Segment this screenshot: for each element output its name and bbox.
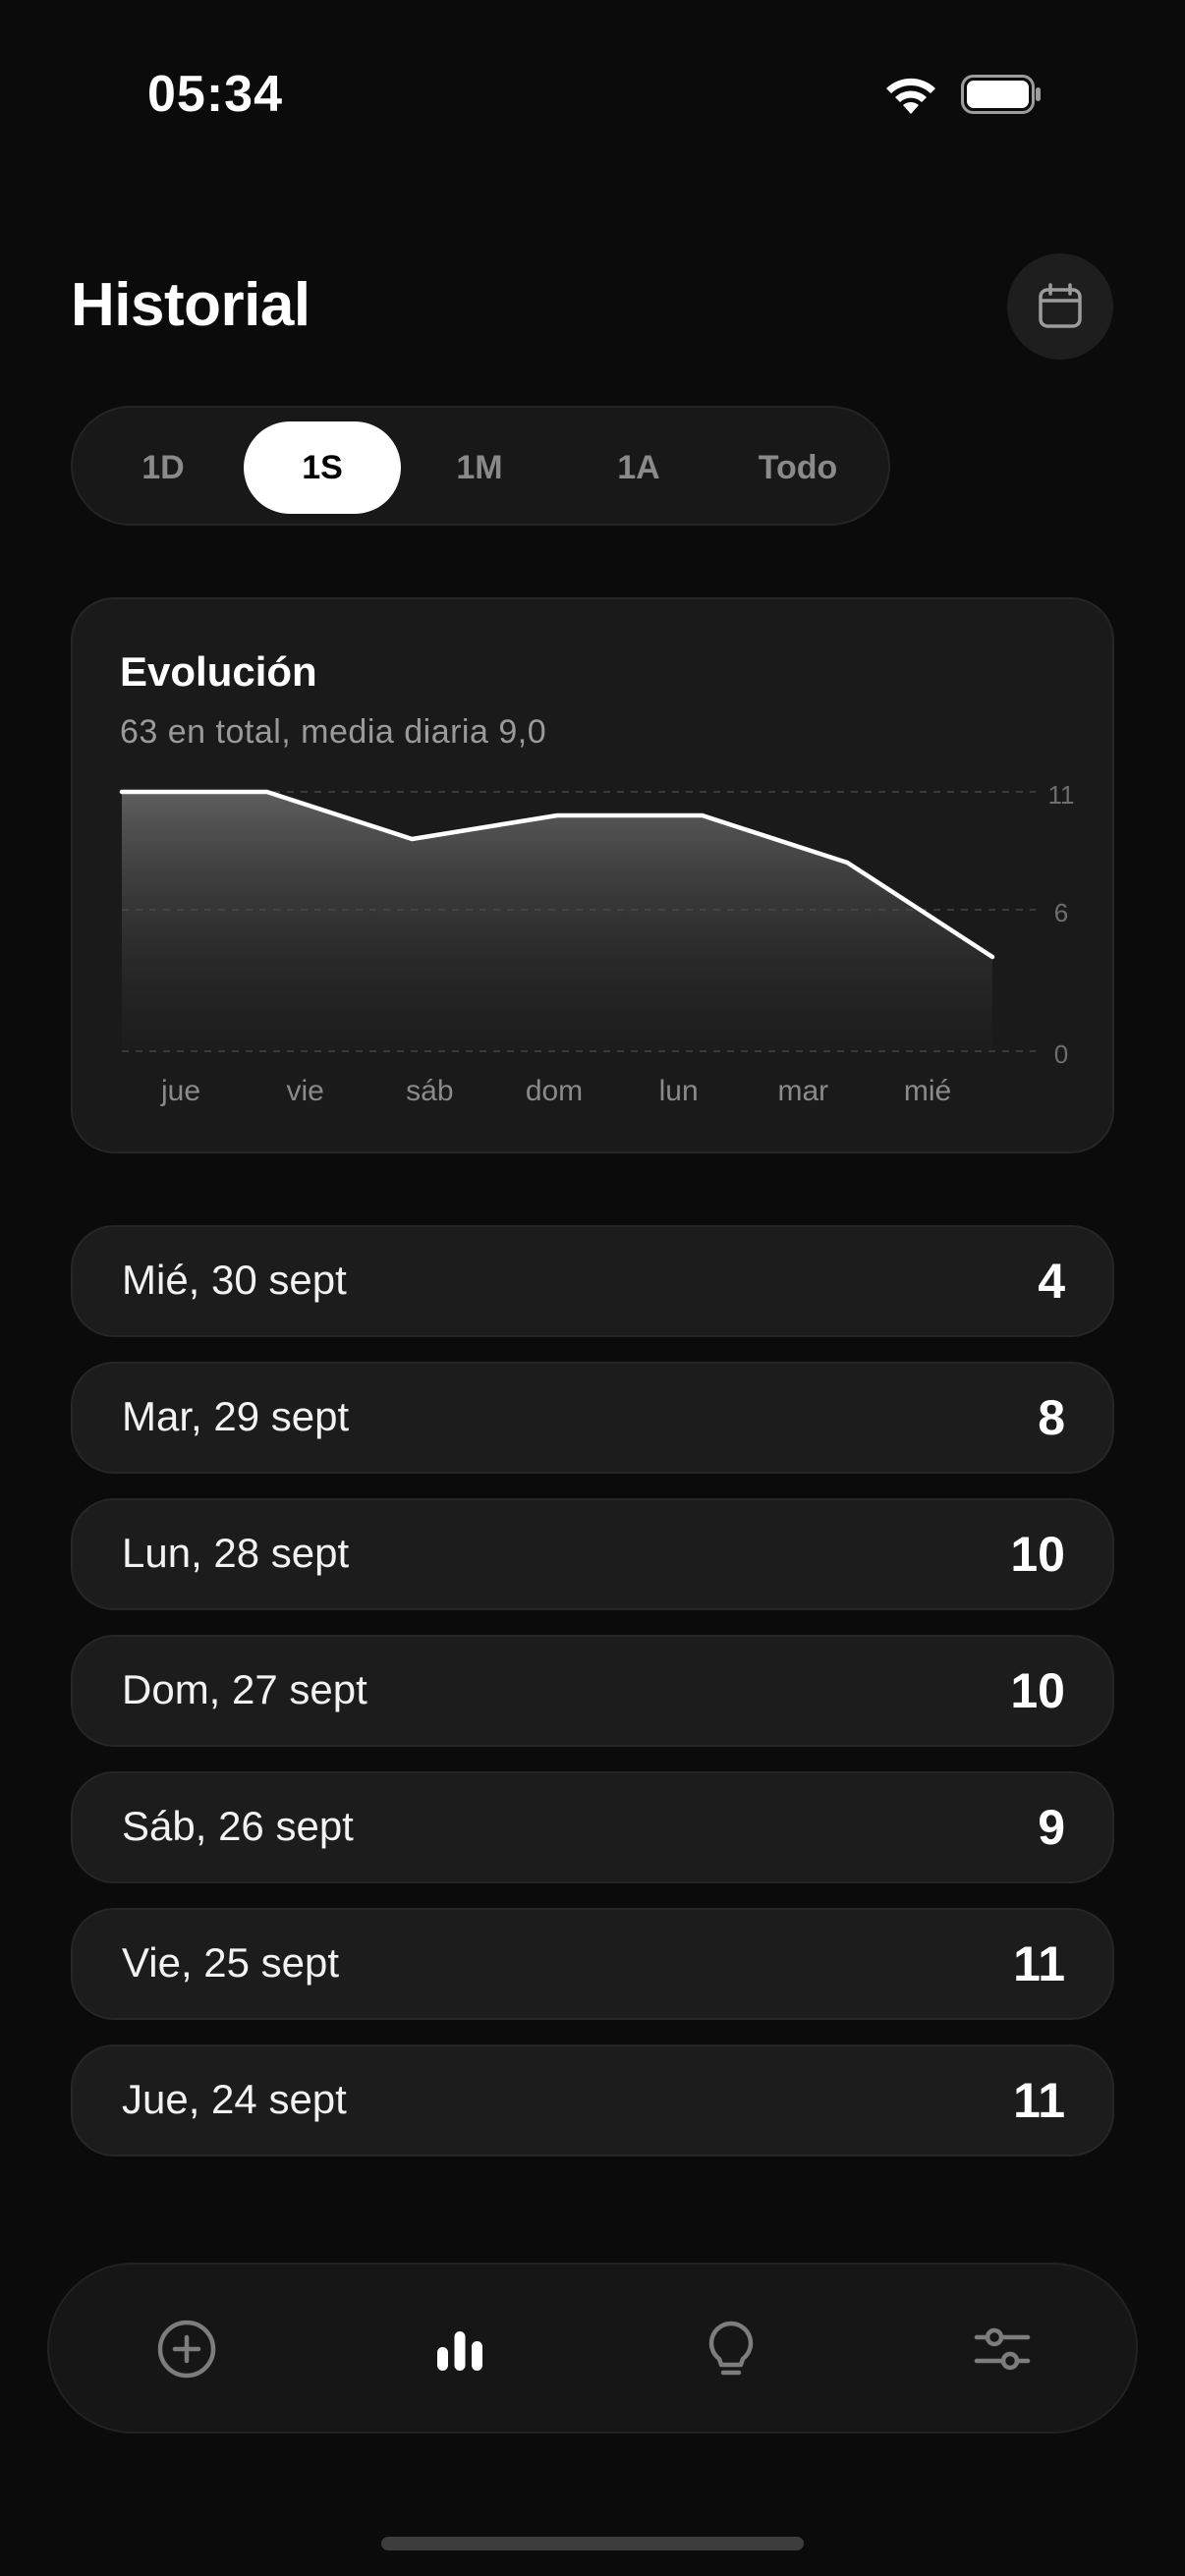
chart-area (122, 792, 992, 1051)
x-tick-label: lun (659, 1075, 699, 1107)
day-count: 11 (1013, 2073, 1065, 2128)
day-row[interactable]: Vie, 25 sept 11 (71, 1908, 1114, 2020)
x-tick-label: mié (904, 1075, 951, 1107)
tab-1m[interactable]: 1M (401, 421, 558, 514)
day-row[interactable]: Mar, 29 sept 8 (71, 1362, 1114, 1474)
range-selector: 1D 1S 1M 1A Todo (71, 406, 890, 526)
calendar-icon (1039, 283, 1082, 328)
day-row[interactable]: Sáb, 26 sept 9 (71, 1771, 1114, 1883)
chart-card: Evolución 63 en total, media diaria 9,0 … (71, 597, 1114, 1153)
x-tick-label: mar (777, 1075, 828, 1107)
day-count: 4 (1038, 1254, 1065, 1309)
battery-icon (961, 75, 1041, 114)
nav-tips[interactable] (680, 2298, 782, 2400)
day-label: Lun, 28 sept (122, 1530, 350, 1576)
y-tick-label: 11 (1048, 780, 1075, 810)
day-row[interactable]: Jue, 24 sept 11 (71, 2044, 1114, 2156)
day-count: 8 (1038, 1390, 1065, 1445)
day-count: 11 (1013, 1936, 1065, 1991)
day-count: 10 (1010, 1663, 1065, 1718)
day-label: Vie, 25 sept (122, 1939, 340, 1986)
status-time: 05:34 (147, 66, 283, 123)
bottom-nav (47, 2263, 1138, 2434)
add-circle-icon (157, 2320, 216, 2379)
day-label: Sáb, 26 sept (122, 1803, 354, 1849)
tab-1s[interactable]: 1S (244, 421, 401, 514)
day-row[interactable]: Lun, 28 sept 10 (71, 1498, 1114, 1610)
page-title: Historial (71, 271, 310, 339)
evolution-chart: 11 6 0 jue vie sáb dom lun mar mié (119, 780, 1075, 1107)
nav-add[interactable] (136, 2298, 238, 2400)
y-tick-label: 0 (1054, 1039, 1068, 1069)
x-tick-label: jue (160, 1075, 200, 1107)
lightbulb-icon (708, 2321, 754, 2376)
day-label: Mar, 29 sept (122, 1393, 350, 1439)
wifi-icon (886, 78, 935, 114)
nav-settings[interactable] (951, 2298, 1053, 2400)
sliders-icon (974, 2327, 1031, 2371)
day-count: 10 (1010, 1527, 1065, 1582)
tab-1a[interactable]: 1A (560, 421, 717, 514)
x-tick-label: sáb (406, 1075, 453, 1107)
nav-history[interactable] (409, 2298, 511, 2400)
tab-todo[interactable]: Todo (719, 421, 876, 514)
day-label: Dom, 27 sept (122, 1666, 367, 1712)
day-label: Jue, 24 sept (122, 2076, 347, 2122)
x-tick-label: vie (286, 1075, 323, 1107)
day-label: Mié, 30 sept (122, 1257, 347, 1303)
tab-1d[interactable]: 1D (85, 421, 242, 514)
home-indicator (381, 2537, 804, 2550)
calendar-button[interactable] (1007, 253, 1113, 360)
bar-chart-icon (437, 2331, 482, 2371)
status-bar: 05:34 (0, 0, 1185, 187)
y-tick-label: 6 (1054, 898, 1068, 927)
day-count: 9 (1038, 1800, 1065, 1855)
x-tick-label: dom (526, 1075, 583, 1107)
day-row[interactable]: Dom, 27 sept 10 (71, 1635, 1114, 1747)
day-row[interactable]: Mié, 30 sept 4 (71, 1225, 1114, 1337)
